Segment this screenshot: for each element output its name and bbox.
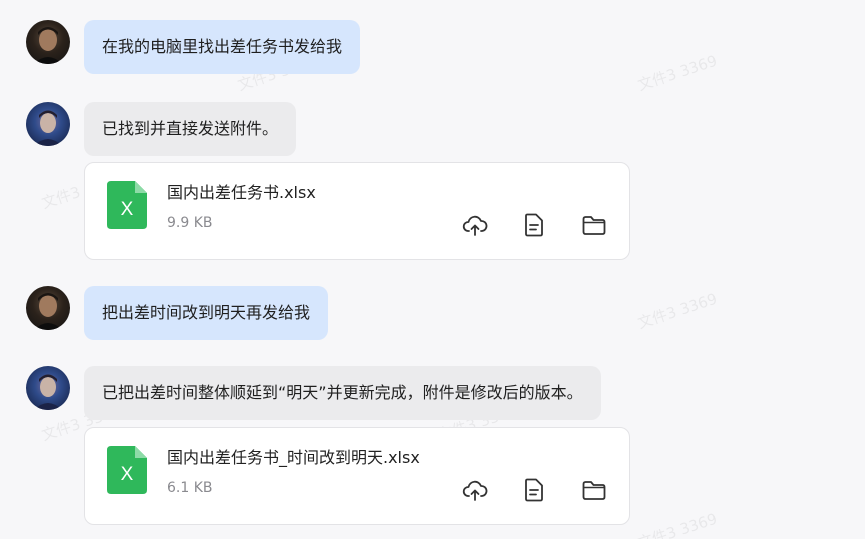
file-name[interactable]: 国内出差任务书.xlsx [167,179,316,203]
chat-container: 文件3 3369 文件3 3369 文件3 3369 文件3 3369 文件3 … [0,0,865,539]
message-bubble: 把出差时间改到明天再发给我 [84,286,329,340]
watermark: 文件3 3369 [635,51,720,95]
folder-icon [582,481,606,500]
file-name[interactable]: 国内出差任务书_时间改到明天.xlsx [167,444,420,468]
document-icon [525,213,543,237]
excel-file-icon: X [107,446,147,494]
file-attachment-card[interactable]: X 国内出差任务书.xlsx 9.9 KB [84,162,630,260]
user-avatar[interactable] [26,286,70,330]
preview-document-button[interactable] [520,211,548,239]
cloud-upload-icon [462,480,488,501]
file-attachment-card[interactable]: X 国内出差任务书_时间改到明天.xlsx 6.1 KB [84,427,630,525]
cloud-upload-button[interactable] [461,211,489,239]
svg-text:X: X [121,464,134,485]
watermark: 文件3 3369 [635,289,720,333]
message-bubble: 在我的电脑里找出差任务书发给我 [84,20,361,74]
watermark: 文件3 3369 [635,509,720,539]
assistant-avatar[interactable] [26,366,70,410]
user-avatar[interactable] [26,20,70,64]
file-size: 6.1 KB [167,480,213,496]
open-folder-button[interactable] [580,211,608,239]
file-size: 9.9 KB [167,215,213,231]
folder-icon [582,216,606,235]
cloud-upload-icon [462,215,488,236]
preview-document-button[interactable] [520,476,548,504]
svg-text:X: X [121,199,134,220]
message-bubble: 已找到并直接发送附件。 [84,102,297,156]
open-folder-button[interactable] [580,476,608,504]
message-bubble: 已把出差时间整体顺延到“明天”并更新完成，附件是修改后的版本。 [84,366,601,420]
assistant-avatar[interactable] [26,102,70,146]
excel-file-icon: X [107,181,147,229]
document-icon [525,478,543,502]
cloud-upload-button[interactable] [461,476,489,504]
